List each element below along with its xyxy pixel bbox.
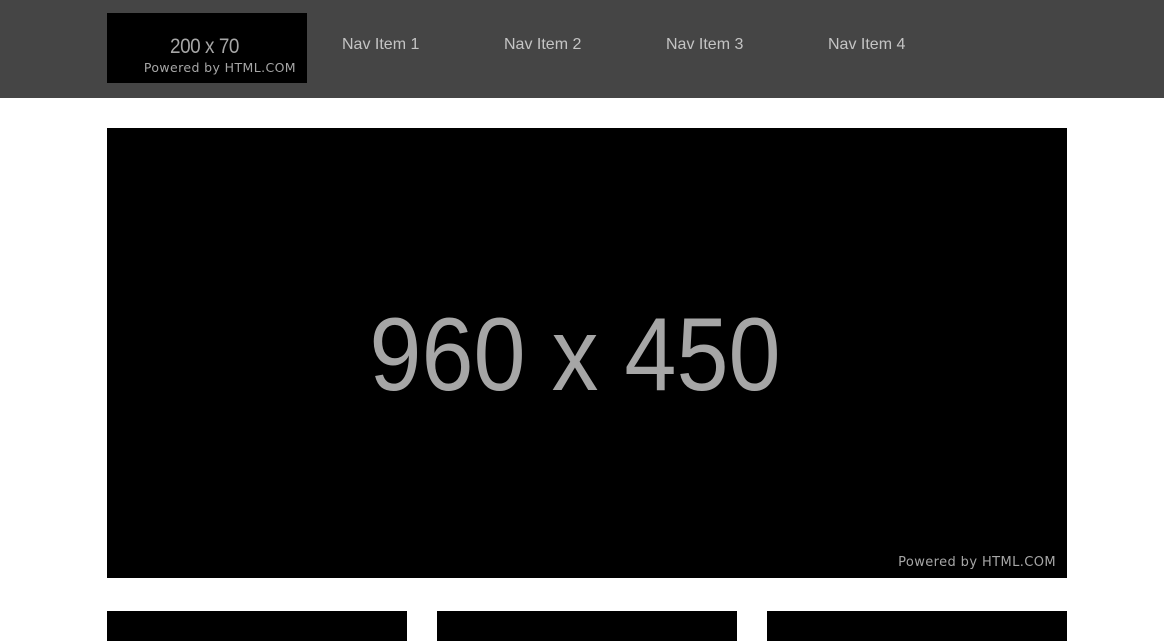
nav-item-3[interactable]: Nav Item 3 — [666, 37, 743, 53]
content-tile-1 — [107, 611, 407, 641]
content-tile-2 — [437, 611, 737, 641]
logo-size-label: 200 x 70 — [170, 35, 239, 58]
nav-item-4[interactable]: Nav Item 4 — [828, 37, 905, 53]
logo-placeholder-image[interactable]: 200 x 70 Powered by HTML.COM — [107, 13, 307, 83]
nav-item-2[interactable]: Nav Item 2 — [504, 37, 581, 53]
content-tile-3 — [767, 611, 1067, 641]
logo-powered-by-text: Powered by HTML.COM — [143, 60, 296, 75]
nav-item-1[interactable]: Nav Item 1 — [342, 37, 419, 53]
hero-size-label: 960 x 450 — [369, 297, 781, 413]
hero-powered-by-text: Powered by HTML.COM — [898, 555, 1056, 570]
hero-placeholder-image: 960 x 450 Powered by HTML.COM — [107, 128, 1067, 578]
site-header: 200 x 70 Powered by HTML.COM Nav Item 1 … — [0, 0, 1164, 98]
